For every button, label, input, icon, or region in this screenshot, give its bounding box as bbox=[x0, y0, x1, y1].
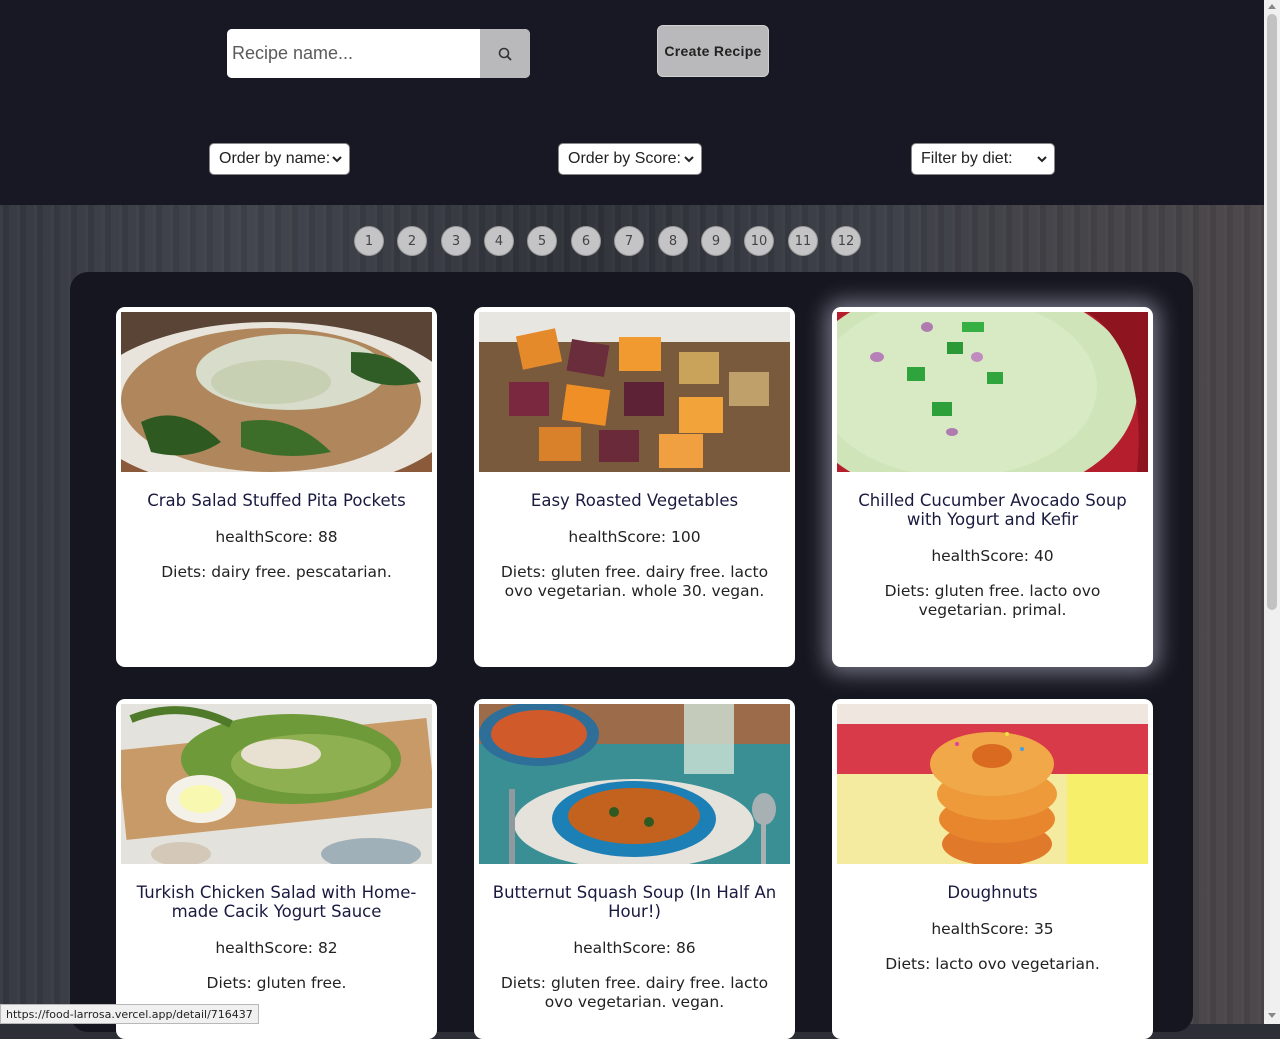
chevron-down-icon bbox=[684, 156, 694, 163]
page-button[interactable]: 7 bbox=[614, 226, 644, 256]
recipe-image bbox=[121, 704, 432, 864]
scroll-down-arrow-icon[interactable] bbox=[1268, 1013, 1276, 1018]
recipe-health-score: healthScore: 35 bbox=[931, 920, 1054, 938]
page-button[interactable]: 5 bbox=[527, 226, 557, 256]
recipe-diets: Diets: dairy free. pescatarian. bbox=[161, 563, 392, 581]
recipe-diets: Diets: gluten free. dairy free. lacto ov… bbox=[500, 974, 769, 1011]
vertical-scrollbar[interactable] bbox=[1264, 0, 1280, 1024]
recipe-diets: Diets: gluten free. lacto ovo vegetarian… bbox=[884, 582, 1101, 619]
pagination: 1 2 3 4 5 6 7 8 9 10 11 12 bbox=[0, 226, 1264, 256]
page-button[interactable]: 12 bbox=[831, 226, 861, 256]
order-by-name-select[interactable]: Order by name: bbox=[209, 143, 350, 175]
page-button[interactable]: 1 bbox=[354, 226, 384, 256]
search-button[interactable] bbox=[480, 29, 530, 78]
recipe-title: Easy Roasted Vegetables bbox=[530, 491, 739, 510]
order-by-name-value: Order by name: bbox=[219, 150, 331, 167]
filter-by-diet-select[interactable]: Filter by diet: bbox=[911, 143, 1055, 175]
chevron-down-icon bbox=[1037, 156, 1047, 163]
recipe-title: Chilled Cucumber Avocado Soup with Yogur… bbox=[858, 491, 1127, 529]
recipe-card[interactable]: Crab Salad Stuffed Pita Pockets healthSc… bbox=[116, 307, 437, 667]
search-icon bbox=[498, 47, 512, 60]
recipe-diets: Diets: lacto ovo vegetarian. bbox=[885, 955, 1100, 973]
page-button[interactable]: 10 bbox=[744, 226, 774, 256]
chevron-down-icon bbox=[332, 156, 342, 163]
header-bar: Create Recipe Order by name: Order by Sc… bbox=[0, 0, 1264, 205]
link-status-bar: https://food-larrosa.vercel.app/detail/7… bbox=[0, 1004, 259, 1024]
order-by-score-value: Order by Score: bbox=[568, 150, 681, 167]
recipe-diets: Diets: gluten free. bbox=[206, 974, 347, 992]
create-recipe-button[interactable]: Create Recipe bbox=[657, 25, 769, 77]
recipe-diets: Diets: gluten free. dairy free. lacto ov… bbox=[500, 563, 769, 600]
recipe-card[interactable]: Butternut Squash Soup (In Half An Hour!)… bbox=[474, 699, 795, 1039]
page-button[interactable]: 3 bbox=[441, 226, 471, 256]
recipe-card[interactable]: Doughnuts healthScore: 35 Diets: lacto o… bbox=[832, 699, 1153, 1039]
page-button[interactable]: 4 bbox=[484, 226, 514, 256]
recipe-title: Turkish Chicken Salad with Home-made Cac… bbox=[136, 883, 417, 921]
page-button[interactable]: 11 bbox=[788, 226, 818, 256]
recipe-health-score: healthScore: 82 bbox=[215, 939, 338, 957]
recipe-health-score: healthScore: 88 bbox=[215, 528, 338, 546]
page-button[interactable]: 9 bbox=[701, 226, 731, 256]
page-button[interactable]: 6 bbox=[571, 226, 601, 256]
filter-by-diet-value: Filter by diet: bbox=[921, 150, 1013, 167]
recipe-image bbox=[479, 704, 790, 864]
recipe-image bbox=[837, 704, 1148, 864]
recipe-card[interactable]: Turkish Chicken Salad with Home-made Cac… bbox=[116, 699, 437, 1039]
recipe-title: Doughnuts bbox=[947, 883, 1038, 902]
recipe-card[interactable]: Chilled Cucumber Avocado Soup with Yogur… bbox=[832, 307, 1153, 667]
recipe-health-score: healthScore: 86 bbox=[573, 939, 696, 957]
scrollbar-thumb[interactable] bbox=[1267, 14, 1277, 610]
order-by-score-select[interactable]: Order by Score: bbox=[558, 143, 702, 175]
recipe-health-score: healthScore: 40 bbox=[931, 547, 1054, 565]
page-button[interactable]: 2 bbox=[397, 226, 427, 256]
recipe-title: Crab Salad Stuffed Pita Pockets bbox=[147, 491, 406, 510]
recipe-card[interactable]: Easy Roasted Vegetables healthScore: 100… bbox=[474, 307, 795, 667]
search-box bbox=[227, 29, 530, 78]
recipe-health-score: healthScore: 100 bbox=[568, 528, 701, 546]
recipe-image bbox=[837, 312, 1148, 472]
recipe-title: Butternut Squash Soup (In Half An Hour!) bbox=[492, 883, 777, 921]
scroll-up-arrow-icon[interactable] bbox=[1268, 4, 1276, 9]
recipe-image bbox=[479, 312, 790, 472]
recipe-image bbox=[121, 312, 432, 472]
search-input[interactable] bbox=[227, 29, 479, 78]
page-button[interactable]: 8 bbox=[658, 226, 688, 256]
